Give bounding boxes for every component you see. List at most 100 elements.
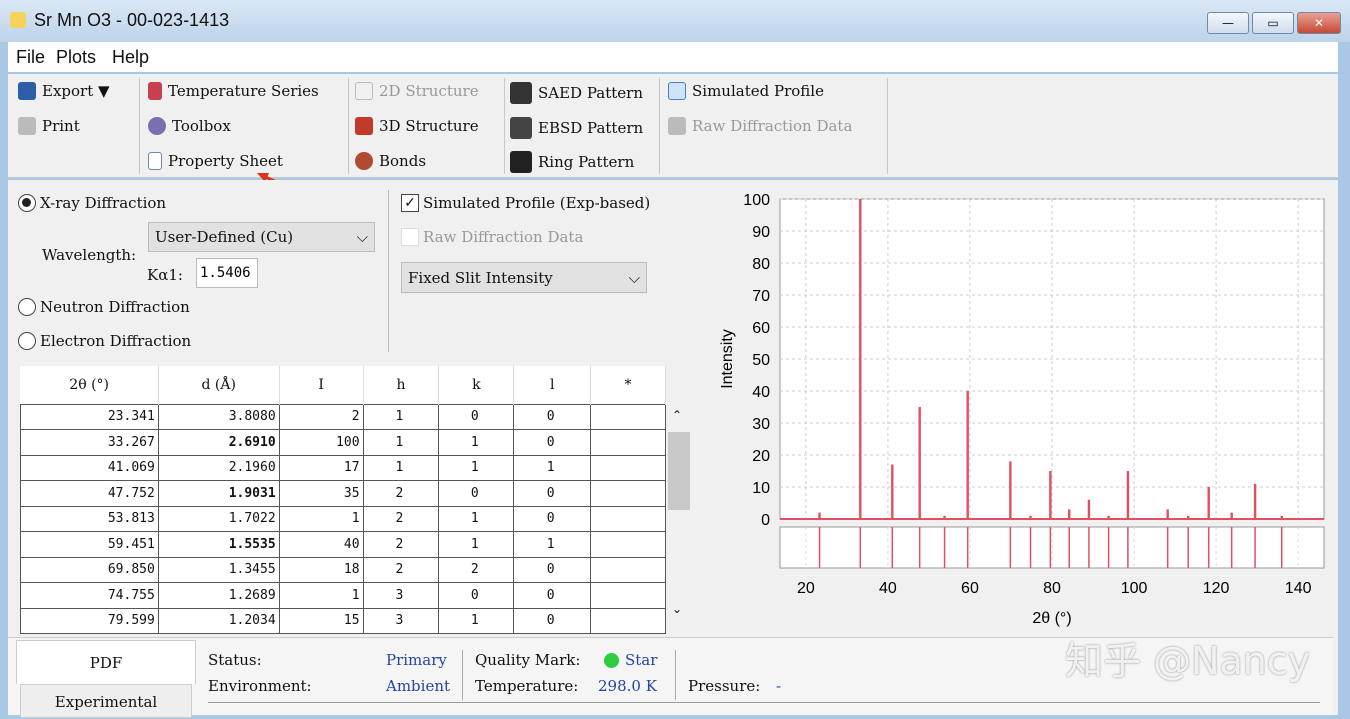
column-header[interactable]: * — [590, 366, 666, 404]
table-cell: 33.267 — [20, 429, 159, 456]
2d-structure-button[interactable]: 2D Structure — [355, 82, 479, 100]
export-label: Export ▼ — [42, 82, 110, 100]
table-cell: 2 — [278, 403, 364, 430]
table-cell: 1.2034 — [157, 607, 280, 634]
column-header[interactable]: d (Å) — [158, 366, 280, 404]
saed-pattern-button[interactable]: SAED Pattern — [510, 82, 643, 104]
saed-icon — [510, 82, 532, 104]
table-cell: 2 — [362, 556, 440, 583]
raw-diffraction-button[interactable]: Raw Diffraction Data — [668, 117, 852, 135]
table-cell: 2 — [438, 556, 515, 583]
ebsd-label: EBSD Pattern — [538, 119, 644, 137]
table-cell: 3.8080 — [157, 403, 280, 430]
table-row[interactable]: 41.069 2.1960 17 1 1 1 — [20, 454, 666, 481]
table-cell: 0 — [513, 556, 592, 583]
menu-bar: File Plots Help — [8, 42, 1338, 72]
minimize-button[interactable]: — — [1207, 12, 1249, 34]
table-cell: 41.069 — [20, 454, 159, 481]
table-row[interactable]: 33.267 2.6910 100 1 1 0 — [20, 429, 666, 456]
property-sheet-button[interactable]: Property Sheet — [148, 152, 283, 170]
simulated-profile-button[interactable]: Simulated Profile — [668, 82, 824, 100]
table-cell: 2 — [362, 505, 440, 532]
column-header[interactable]: h — [363, 366, 440, 404]
maximize-button[interactable]: ▭ — [1252, 12, 1294, 34]
table-row[interactable]: 59.451 1.5535 40 2 1 1 — [20, 531, 666, 558]
table-cell: 1 — [438, 531, 515, 558]
table-cell: 3 — [362, 582, 440, 609]
divider — [659, 78, 660, 174]
table-row[interactable]: 79.599 1.2034 15 3 1 0 — [20, 607, 666, 634]
bonds-button[interactable]: Bonds — [355, 152, 426, 170]
column-header[interactable]: l — [513, 366, 592, 404]
column-header[interactable]: I — [279, 366, 364, 404]
table-cell — [590, 582, 666, 609]
y-tick-label: 20 — [752, 448, 770, 465]
y-tick-label: 50 — [752, 352, 770, 369]
table-cell: 1 — [438, 454, 515, 481]
divider — [462, 650, 463, 700]
ka1-input[interactable] — [196, 258, 258, 288]
scroll-thumb[interactable] — [668, 432, 690, 510]
table-cell — [590, 607, 666, 634]
scroll-up-icon[interactable]: ⌃ — [672, 408, 682, 422]
xray-radio[interactable]: X-ray Diffraction — [18, 194, 166, 212]
document-icon — [148, 152, 162, 170]
menu-help[interactable]: Help — [112, 47, 149, 68]
save-icon — [18, 82, 36, 100]
column-header[interactable]: 2θ (°) — [20, 366, 159, 404]
pressure-label: Pressure: — [688, 677, 761, 695]
thermometer-icon — [148, 82, 162, 100]
temperature-series-button[interactable]: Temperature Series — [148, 82, 319, 100]
environment-value: Ambient — [386, 677, 451, 695]
table-row[interactable]: 74.755 1.2689 1 3 0 0 — [20, 582, 666, 609]
toolbox-icon — [148, 117, 166, 135]
table-cell: 1 — [278, 505, 364, 532]
table-cell — [590, 403, 666, 430]
tab-experimental[interactable]: Experimental — [20, 684, 192, 718]
peak-bar — [1126, 471, 1130, 519]
sim-profile-checkbox[interactable]: ✓ Simulated Profile (Exp-based) — [401, 194, 650, 212]
ring-pattern-button[interactable]: Ring Pattern — [510, 151, 634, 173]
menu-plots[interactable]: Plots — [56, 47, 96, 68]
ebsd-icon — [510, 117, 532, 139]
x-tick-label: 60 — [961, 580, 979, 597]
peak-bar — [1009, 461, 1012, 519]
y-tick-label: 70 — [752, 288, 770, 305]
table-row[interactable]: 23.341 3.8080 2 1 0 0 — [20, 403, 666, 430]
toolbox-button[interactable]: Toolbox — [148, 117, 231, 135]
peak-bar — [1207, 487, 1210, 519]
raw-data-checkbox[interactable]: Raw Diffraction Data — [401, 228, 583, 246]
peak-bar — [859, 199, 862, 519]
peak-bar — [943, 515, 946, 519]
temperature-label: Temperature: — [475, 677, 579, 695]
ebsd-pattern-button[interactable]: EBSD Pattern — [510, 117, 643, 139]
toolbar: Export ▼ Print Temperature Series Toolbo… — [8, 74, 1338, 178]
export-button[interactable]: Export ▼ — [18, 82, 110, 100]
x-tick-label: 80 — [1043, 580, 1061, 597]
wavelength-select[interactable]: User-Defined (Cu) ⌵ — [148, 222, 375, 252]
table-cell: 1 — [438, 505, 515, 532]
3d-structure-button[interactable]: 3D Structure — [355, 117, 479, 135]
radio-icon — [18, 194, 36, 212]
column-header[interactable]: k — [438, 366, 515, 404]
close-button[interactable]: ✕ — [1297, 12, 1341, 34]
menu-file[interactable]: File — [16, 47, 45, 68]
table-cell: 1 — [513, 531, 592, 558]
peak-bar — [1049, 471, 1052, 519]
intensity-mode-select[interactable]: Fixed Slit Intensity ⌵ — [401, 262, 647, 293]
table-cell: 1 — [362, 403, 440, 430]
scroll-down-icon[interactable]: ⌄ — [672, 602, 682, 616]
radio-icon — [18, 298, 36, 316]
neutron-radio[interactable]: Neutron Diffraction — [18, 298, 190, 316]
table-scrollbar[interactable]: ⌃ ⌄ — [666, 404, 692, 624]
table-row[interactable]: 53.813 1.7022 1 2 1 0 — [20, 505, 666, 532]
table-row[interactable]: 47.752 1.9031 35 2 0 0 — [20, 480, 666, 507]
raw-diffraction-label: Raw Diffraction Data — [692, 117, 853, 135]
table-row[interactable]: 69.850 1.3455 18 2 2 0 — [20, 556, 666, 583]
electron-radio[interactable]: Electron Diffraction — [18, 332, 191, 350]
print-button[interactable]: Print — [18, 117, 80, 135]
tab-pdf[interactable]: PDF — [16, 640, 196, 684]
table-cell — [590, 454, 666, 481]
print-label: Print — [42, 117, 80, 135]
intensity-mode-value: Fixed Slit Intensity — [408, 268, 553, 287]
